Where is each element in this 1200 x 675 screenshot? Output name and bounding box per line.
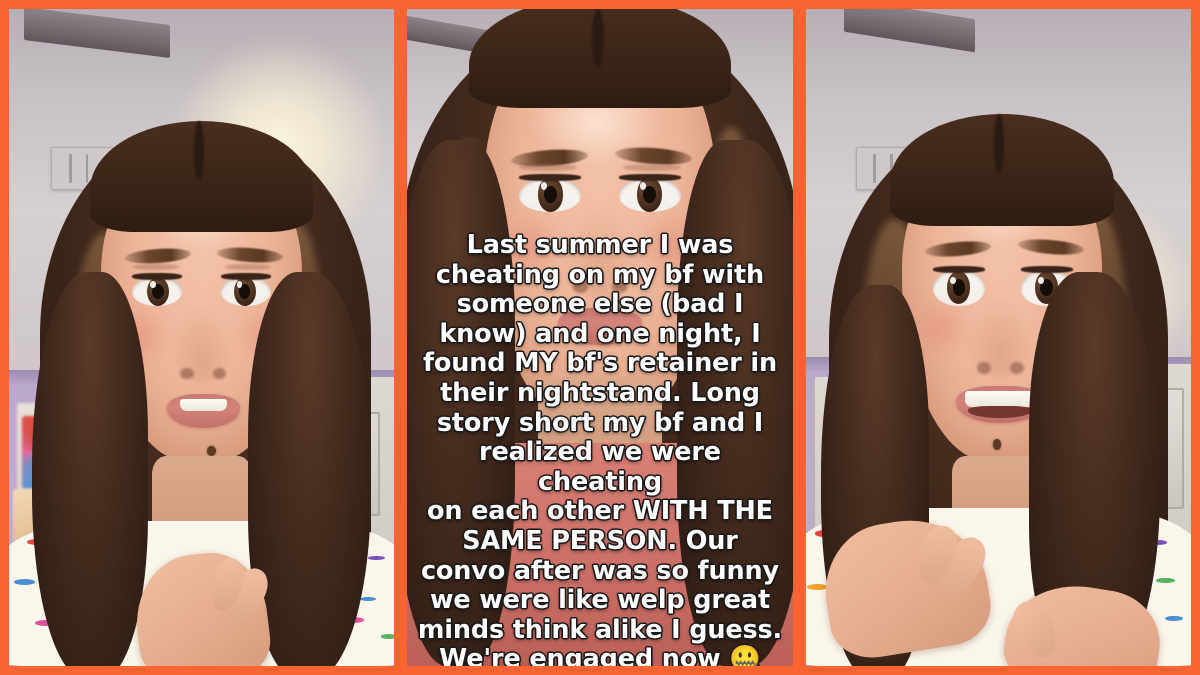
floral-dot [806, 584, 828, 591]
eye-glint-left [150, 281, 156, 288]
eyelash-left [519, 173, 581, 182]
mouth-interior [968, 405, 1033, 419]
person-right [805, 9, 1191, 666]
nostril-left [180, 367, 194, 379]
teeth [180, 399, 227, 412]
floral-dot [359, 596, 377, 601]
nostril-right [1009, 362, 1024, 375]
panel-left [9, 9, 395, 666]
floral-dot [368, 556, 385, 561]
eye-glint-right [1038, 276, 1044, 284]
eyelid-crease-right [623, 164, 681, 171]
eye-right [220, 275, 271, 306]
story-caption-overlay: Last summer I was cheating on my bf with… [417, 230, 783, 666]
eye-right [619, 176, 681, 212]
person-left [9, 9, 395, 666]
floral-dot [14, 579, 36, 586]
eye-left [519, 176, 581, 212]
floral-dot [1156, 577, 1176, 584]
hair-part [592, 9, 604, 69]
floral-dot [380, 634, 395, 639]
teeth [964, 390, 1036, 407]
eye-left [132, 275, 183, 306]
three-panel-collage: Last summer I was cheating on my bf with… [0, 0, 1200, 675]
eyelash-right [619, 173, 681, 182]
hair-over-shoulder-left [32, 271, 148, 666]
eyelash-left [132, 273, 183, 281]
panel-center: Last summer I was cheating on my bf with… [407, 9, 793, 666]
eyelash-right [220, 273, 271, 281]
hair-part [193, 120, 204, 180]
panel-right [805, 9, 1191, 666]
eyelash-right [1021, 265, 1074, 274]
eyelash-left [932, 265, 985, 274]
floral-dot [1164, 615, 1184, 622]
eye-glint-left [950, 276, 957, 284]
eyelid-crease-left [519, 164, 577, 171]
